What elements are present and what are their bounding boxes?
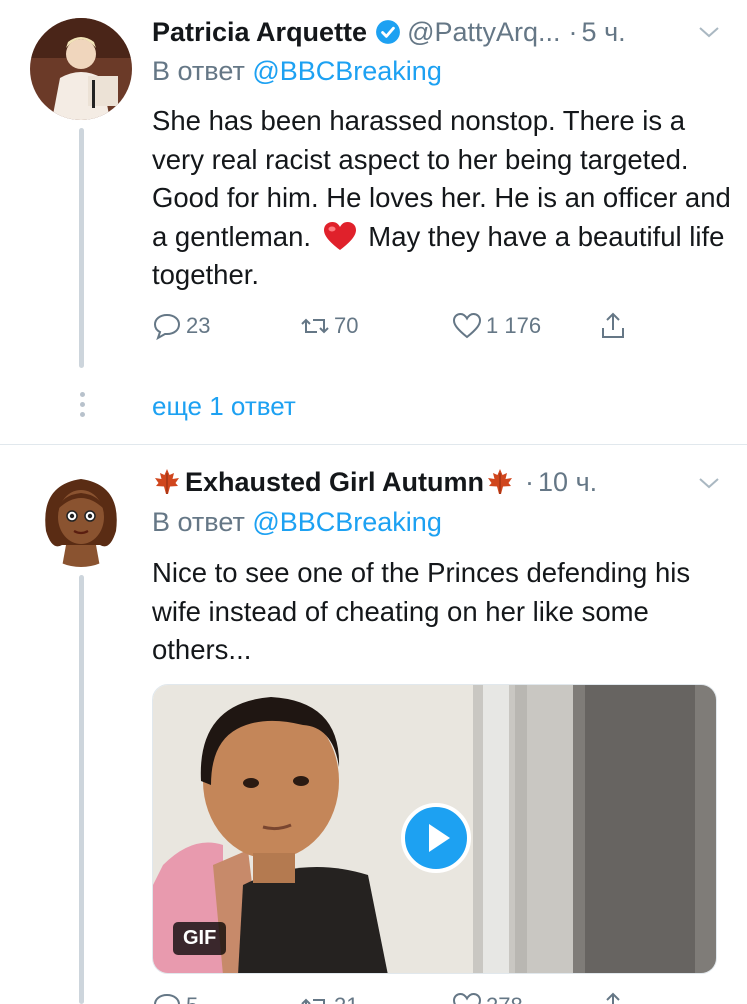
play-button[interactable] — [401, 803, 471, 873]
share-button[interactable] — [598, 986, 632, 1004]
retweet-button[interactable]: 70 — [300, 306, 358, 346]
handle[interactable]: @PattyArq... — [407, 17, 560, 48]
chevron-down-icon[interactable] — [697, 475, 721, 491]
like-count: 1 176 — [486, 313, 542, 338]
chevron-down-icon[interactable] — [697, 24, 721, 40]
tweet-actions: 5 21 278 — [152, 986, 712, 1004]
verified-badge-icon — [376, 20, 400, 44]
display-name[interactable]: Patricia Arquette — [152, 17, 367, 48]
tweet-text: She has been harassed nonstop. There is … — [152, 102, 732, 295]
gif-badge: GIF — [173, 922, 227, 955]
tweet-header: Exhausted Girl Autumn · 10 ч. — [152, 462, 597, 502]
timestamp[interactable]: 5 ч. — [582, 17, 626, 48]
reply-context: В ответ @BBCBreaking — [152, 507, 442, 538]
reply-count: 5 — [186, 993, 198, 1004]
like-button[interactable]: 278 — [452, 986, 523, 1004]
timestamp[interactable]: 10 ч. — [538, 467, 597, 498]
separator: · — [568, 16, 578, 47]
retweet-button[interactable]: 21 — [300, 986, 358, 1004]
reply-button[interactable]: 23 — [152, 306, 210, 346]
red-heart-emoji-icon — [323, 221, 356, 250]
play-icon — [429, 824, 450, 852]
retweet-icon — [301, 998, 325, 1004]
heart-icon — [452, 312, 482, 339]
tweet-text: Nice to see one of the Princes defending… — [152, 557, 691, 665]
tweet-patricia[interactable]: Patricia Arquette @PattyArq... · 5 ч. В … — [0, 0, 747, 444]
gif-media[interactable]: GIF — [152, 684, 717, 974]
retweet-icon — [301, 318, 329, 334]
avatar[interactable] — [30, 465, 132, 567]
maple-leaf-icon — [155, 469, 179, 494]
maple-leaf-icon — [488, 469, 513, 494]
reply-icon — [153, 313, 181, 341]
avatar[interactable] — [30, 18, 132, 120]
tweet-header: Patricia Arquette @PattyArq... · 5 ч. — [152, 12, 626, 52]
heart-icon — [452, 992, 482, 1004]
thread-line — [79, 575, 84, 1004]
share-icon — [602, 312, 624, 338]
like-button[interactable]: 1 176 — [452, 306, 541, 346]
retweet-count: 70 — [334, 313, 359, 338]
separator: · — [525, 466, 535, 497]
share-icon — [606, 992, 620, 1004]
reply-prefix: В ответ — [152, 507, 245, 537]
reply-prefix: В ответ — [152, 56, 245, 86]
display-name[interactable]: Exhausted Girl Autumn — [185, 467, 484, 498]
reply-icon — [154, 993, 180, 1004]
reply-context: В ответ @BBCBreaking — [152, 56, 442, 87]
thread-line — [79, 128, 84, 368]
reply-mention-link[interactable]: @BBCBreaking — [252, 507, 442, 537]
like-count: 278 — [486, 993, 523, 1004]
tweet-actions: 23 70 1 176 — [152, 306, 712, 346]
retweet-count: 21 — [334, 993, 358, 1004]
reply-mention-link[interactable]: @BBCBreaking — [252, 56, 442, 86]
more-replies-dots — [78, 392, 86, 422]
show-more-replies-link[interactable]: еще 1 ответ — [152, 391, 296, 422]
share-button[interactable] — [598, 306, 632, 346]
reply-count: 23 — [186, 313, 211, 338]
reply-button[interactable]: 5 — [152, 986, 198, 1004]
